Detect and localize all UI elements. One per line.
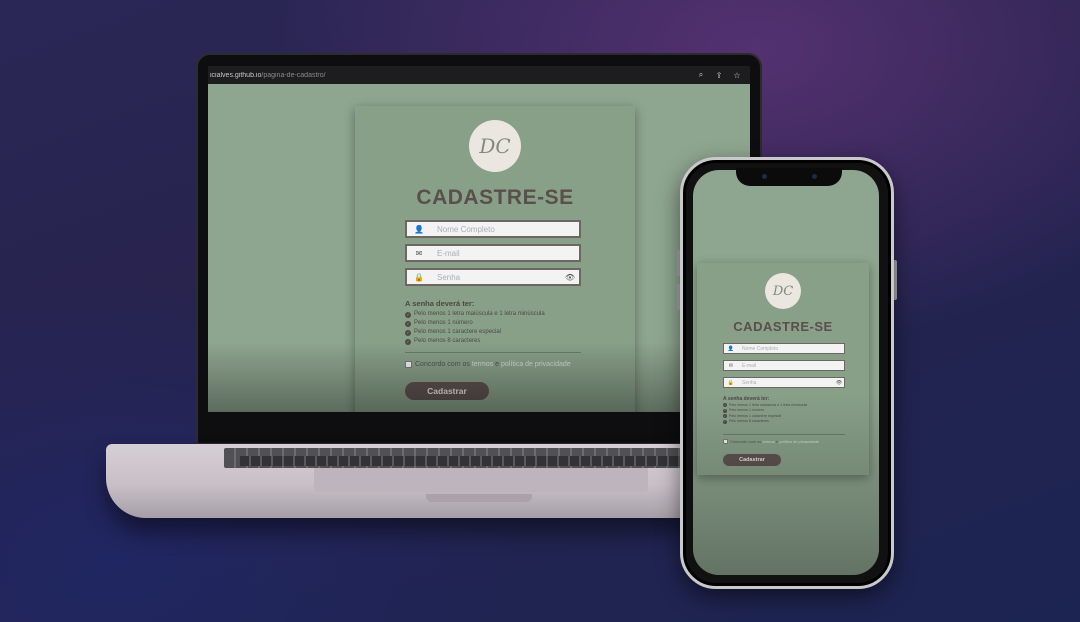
brand-logo: DC [469, 120, 521, 172]
signup-card: DC CADASTRE-SE 👤 Nome Completo ✉ E-mail … [355, 106, 635, 412]
terms-conj: e [775, 439, 779, 444]
password-input[interactable]: Senha [738, 380, 834, 386]
name-field[interactable]: 👤 Nome Completo [405, 220, 581, 238]
eye-icon[interactable]: 👁 [834, 380, 844, 386]
password-requirements: A senha deverá ter: ✓ Pelo menos 1 letra … [405, 299, 545, 346]
terms-link[interactable]: termos [762, 439, 774, 444]
phone-notch [736, 168, 842, 186]
divider [405, 352, 581, 353]
check-icon: ✓ [723, 402, 727, 408]
email-field[interactable]: ✉ E-mail [405, 244, 581, 262]
terms-prefix: Concordo com os [730, 439, 762, 444]
terms-checkbox[interactable] [723, 439, 728, 444]
camera-icon [812, 174, 817, 179]
terms-checkbox[interactable] [405, 361, 412, 368]
requirement-item: ✓ Pelo menos 1 caractere especial [405, 329, 502, 336]
star-icon[interactable]: ☆ [732, 71, 742, 80]
check-icon: ✓ [405, 338, 411, 345]
requirement-item: ✓ Pelo menos 8 caracteres [405, 338, 481, 345]
lock-icon: 🔒 [727, 379, 735, 386]
privacy-link[interactable]: política de privacidade [501, 361, 571, 368]
phone-screen: DC CADASTRE-SE 👤 Nome Completo ✉ E-mail … [693, 170, 879, 575]
mail-icon: ✉ [415, 248, 423, 258]
laptop-screen: icialves.github.io/pagina-de-cadastro/ ⌕… [208, 66, 750, 412]
camera-icon [762, 174, 767, 179]
page-background: DC CADASTRE-SE 👤 Nome Completo ✉ E-mail … [208, 84, 750, 412]
password-input[interactable]: Senha [431, 273, 561, 282]
brand-logo: DC [765, 273, 801, 309]
check-icon: ✓ [405, 329, 411, 336]
mail-icon: ✉ [728, 362, 734, 369]
password-field[interactable]: 🔒 Senha 👁 [405, 268, 581, 286]
terms-prefix: Concordo com os [415, 361, 470, 368]
user-icon: 👤 [414, 224, 424, 234]
email-input[interactable]: E-mail [738, 363, 844, 369]
terms-conj: e [495, 361, 500, 368]
user-icon: 👤 [727, 345, 735, 352]
share-icon[interactable]: ⇪ [714, 71, 724, 80]
address-url[interactable]: icialves.github.io/pagina-de-cadastro/ [210, 72, 688, 79]
lock-icon: 🔒 [414, 272, 424, 282]
requirement-item: ✓ Pelo menos 8 caracteres [723, 419, 769, 424]
divider [723, 434, 845, 435]
terms-row: Concordo com os termos e política de pri… [723, 439, 819, 444]
signup-card: DC CADASTRE-SE 👤 Nome Completo ✉ E-mail … [697, 263, 869, 475]
requirements-title: A senha deverá ter: [405, 299, 475, 308]
page-title: CADASTRE-SE [733, 319, 833, 334]
zoom-icon[interactable]: ⌕ [696, 70, 706, 80]
email-input[interactable]: E-mail [431, 249, 579, 258]
page-title: CADASTRE-SE [416, 186, 574, 209]
name-field[interactable]: 👤 Nome Completo [723, 343, 845, 354]
name-input[interactable]: Nome Completo [431, 225, 579, 234]
check-icon: ✓ [405, 320, 411, 327]
check-icon: ✓ [723, 419, 727, 424]
requirement-item: ✓ Pelo menos 1 letra maiúscula e 1 letra … [405, 311, 545, 318]
check-icon: ✓ [723, 408, 727, 413]
keyboard-row [240, 456, 690, 466]
check-icon: ✓ [723, 413, 727, 419]
privacy-link[interactable]: política de privacidade [779, 439, 819, 444]
terms-link[interactable]: termos [472, 361, 493, 368]
password-field[interactable]: 🔒 Senha 👁 [723, 377, 845, 388]
check-icon: ✓ [405, 311, 411, 318]
password-requirements: A senha deverá ter: ✓ Pelo menos 1 letra … [723, 396, 807, 425]
requirement-item: ✓ Pelo menos 1 número [405, 320, 473, 327]
trackpad [314, 468, 648, 492]
eye-icon[interactable]: 👁 [561, 273, 579, 282]
laptop-front-notch [426, 494, 532, 502]
browser-address-bar[interactable]: icialves.github.io/pagina-de-cadastro/ ⌕… [208, 66, 750, 84]
terms-row: Concordo com os termos e política de pri… [405, 361, 571, 368]
name-input[interactable]: Nome Completo [738, 346, 844, 352]
email-field[interactable]: ✉ E-mail [723, 360, 845, 371]
submit-button[interactable]: Cadastrar [405, 382, 489, 400]
submit-button[interactable]: Cadastrar [723, 454, 781, 466]
